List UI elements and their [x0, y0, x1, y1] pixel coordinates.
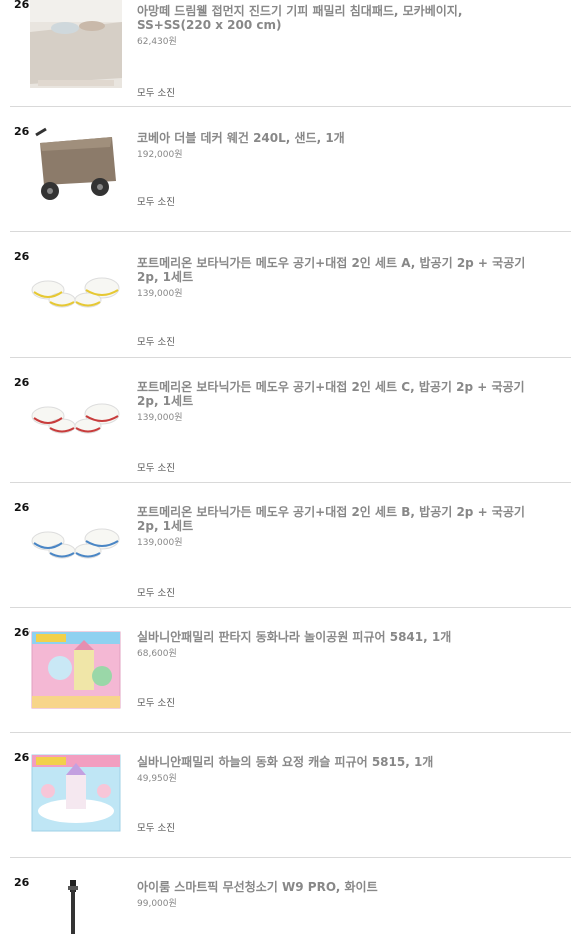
product-title[interactable]: 포트메리온 보타닉가든 메도우 공기+대접 2인 세트 B, 밥공기 2p + … [137, 505, 537, 533]
product-price: 139,000원 [137, 413, 183, 423]
toy-box-image[interactable] [30, 628, 122, 712]
product-title[interactable]: 실바니안패밀리 하늘의 동화 요정 캐슬 피규어 5815, 1개 [137, 755, 537, 769]
sold-out-label: 모두 소진 [137, 823, 175, 834]
product-price: 68,600원 [137, 649, 177, 659]
product-price: 139,000원 [137, 289, 183, 299]
product-price: 62,430원 [137, 37, 177, 47]
list-item[interactable]: 268 포트메리온 보타닉가든 메도우 공기+대접 2인 세트 C, 밥공기 2… [10, 358, 571, 483]
product-price: 192,000원 [137, 150, 183, 160]
list-item[interactable]: 269 포트메리온 보타닉가든 메도우 공기+대접 2인 세트 B, 밥공기 2… [10, 483, 571, 608]
list-item[interactable]: 260 실바니안패밀리 판타지 동화나라 놀이공원 피규어 5841, 1개 6… [10, 608, 571, 733]
list-item[interactable]: 266 코베아 더블 데커 웨건 240L, 샌드, 1개 192,000원 모… [10, 107, 571, 232]
product-title[interactable]: 포트메리온 보타닉가든 메도우 공기+대접 2인 세트 A, 밥공기 2p + … [137, 256, 537, 284]
sold-out-label: 모두 소진 [137, 337, 175, 348]
list-item[interactable]: 267 포트메리온 보타닉가든 메도우 공기+대접 2인 세트 A, 밥공기 2… [10, 232, 571, 358]
product-price: 139,000원 [137, 538, 183, 548]
bowl-set-image[interactable] [30, 503, 122, 587]
sold-out-label: 모두 소진 [137, 88, 175, 99]
list-item[interactable]: 262 아이룸 스마트픽 무선청소기 W9 PRO, 화이트 99,000원 [10, 858, 571, 934]
list-item[interactable]: 261 실바니안패밀리 하늘의 동화 요정 캐슬 피규어 5815, 1개 49… [10, 733, 571, 858]
bowl-set-image[interactable] [30, 252, 122, 336]
bowl-set-image[interactable] [30, 378, 122, 462]
product-title[interactable]: 실바니안패밀리 판타지 동화나라 놀이공원 피규어 5841, 1개 [137, 630, 537, 644]
product-title[interactable]: 코베아 더블 데커 웨건 240L, 샌드, 1개 [137, 131, 537, 145]
sold-out-label: 모두 소진 [137, 463, 175, 474]
sold-out-label: 모두 소진 [137, 698, 175, 709]
sold-out-label: 모두 소진 [137, 197, 175, 208]
wagon-image[interactable] [30, 125, 122, 209]
sold-out-label: 모두 소진 [137, 588, 175, 599]
toy-box-image[interactable] [30, 751, 122, 835]
product-title[interactable]: 포트메리온 보타닉가든 메도우 공기+대접 2인 세트 C, 밥공기 2p + … [137, 380, 537, 408]
product-price: 99,000원 [137, 899, 177, 909]
vacuum-image[interactable] [30, 876, 122, 934]
product-title[interactable]: 아망떼 드림웰 접먼지 진드기 기피 패밀리 침대패드, 모카베이지, SS+S… [137, 4, 537, 32]
product-price: 49,950원 [137, 774, 177, 784]
product-title[interactable]: 아이룸 스마트픽 무선청소기 W9 PRO, 화이트 [137, 880, 537, 894]
bed-pad-image[interactable] [30, 0, 122, 88]
list-item[interactable]: 265 아망떼 드림웰 접먼지 진드기 기피 패밀리 침대패드, 모카베이지, … [10, 0, 571, 107]
